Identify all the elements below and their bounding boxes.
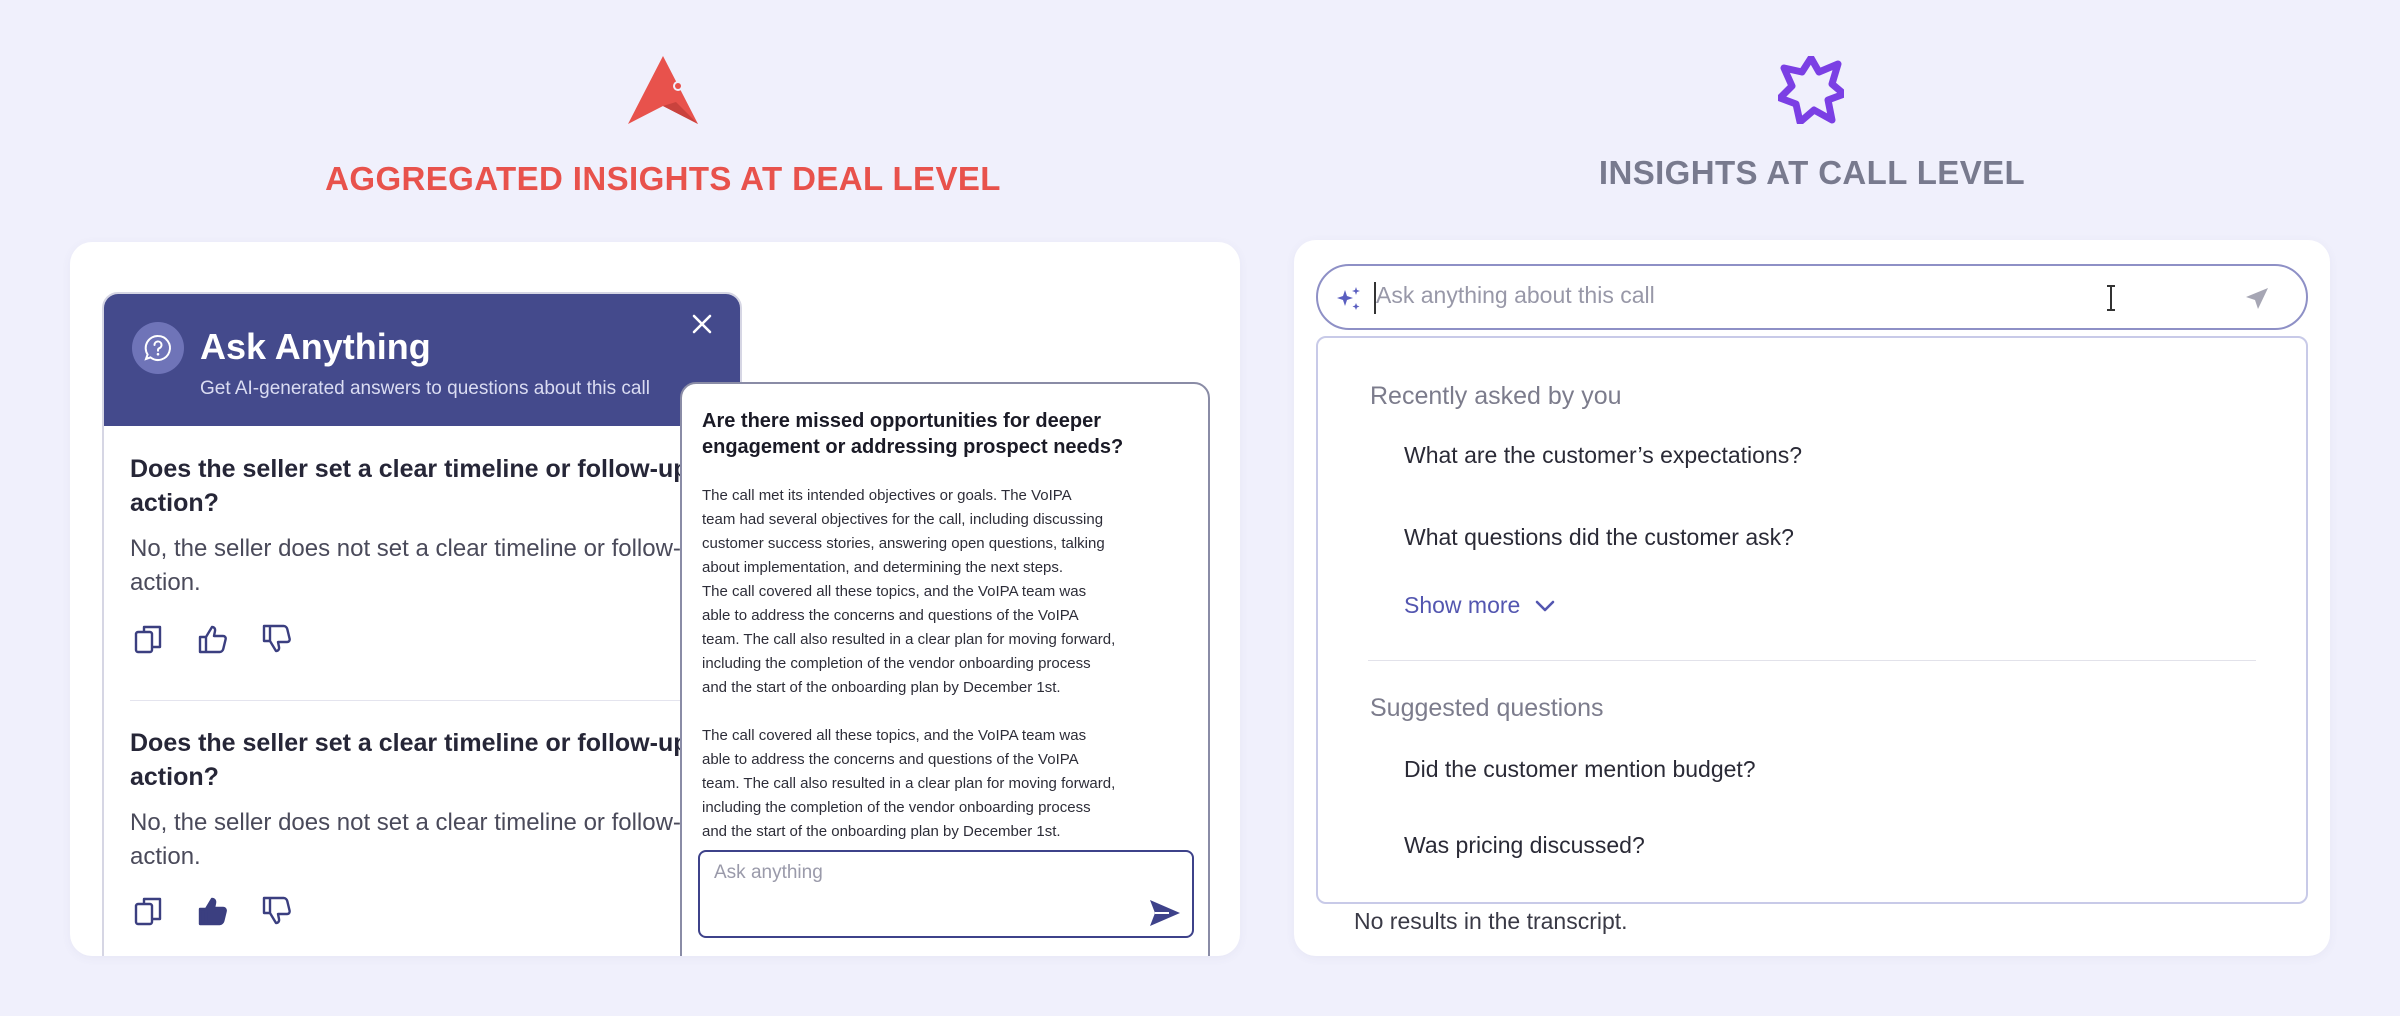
ask-anything-subtitle: Get AI-generated answers to questions ab… bbox=[200, 378, 650, 399]
send-icon[interactable] bbox=[1148, 898, 1182, 928]
ask-anything-header: Ask Anything Get AI-generated answers to… bbox=[104, 294, 740, 426]
call-insights-card: Recently asked by you What are the custo… bbox=[1294, 240, 2330, 956]
send-icon[interactable] bbox=[2244, 286, 2270, 312]
qa-item: Does the seller set a clear timeline or … bbox=[130, 452, 740, 600]
answer-question: Are there missed opportunities for deepe… bbox=[702, 410, 1124, 458]
feedback-row bbox=[132, 622, 294, 656]
right-section-title: INSIGHTS AT CALL LEVEL bbox=[1598, 154, 2026, 191]
ask-anything-input[interactable] bbox=[714, 862, 1134, 884]
no-results-message: No results in the transcript. bbox=[1354, 908, 1628, 934]
call-search-input[interactable] bbox=[1376, 282, 2136, 309]
divider bbox=[130, 700, 730, 701]
divider bbox=[1368, 660, 2256, 661]
qa-question: Does the seller set a clear timeline or … bbox=[130, 729, 689, 791]
show-more-button[interactable]: Show more bbox=[1404, 592, 1556, 619]
ibeam-cursor-icon bbox=[2104, 284, 2118, 312]
suggested-heading: Suggested questions bbox=[1370, 694, 1604, 722]
qa-question: Does the seller set a clear timeline or … bbox=[130, 455, 689, 517]
sparkle-icon bbox=[1334, 284, 1364, 314]
recent-question-item[interactable]: What questions did the customer ask? bbox=[1404, 524, 1794, 551]
ask-anything-panel: Ask Anything Get AI-generated answers to… bbox=[102, 292, 742, 956]
qa-answer: No, the seller does not set a clear time… bbox=[130, 535, 708, 596]
qa-answer: No, the seller does not set a clear time… bbox=[130, 809, 708, 870]
close-icon[interactable] bbox=[686, 308, 718, 340]
thumbs-down-outline-icon[interactable] bbox=[260, 622, 294, 656]
feedback-row bbox=[132, 894, 294, 928]
thumbs-up-outline-icon[interactable] bbox=[196, 622, 230, 656]
burst-sparkle-logo-icon bbox=[1776, 54, 1848, 126]
suggestions-dropdown: Recently asked by you What are the custo… bbox=[1316, 336, 2308, 904]
copy-icon[interactable] bbox=[132, 894, 166, 928]
recent-heading: Recently asked by you bbox=[1370, 382, 1622, 410]
thumbs-up-filled-icon[interactable] bbox=[196, 894, 230, 928]
suggested-question-item[interactable]: Was pricing discussed? bbox=[1404, 832, 1645, 859]
left-section-title: AGGREGATED INSIGHTS AT DEAL LEVEL bbox=[325, 160, 1001, 197]
show-more-label: Show more bbox=[1404, 592, 1521, 618]
answer-detail-panel: Are there missed opportunities for deepe… bbox=[680, 382, 1210, 956]
question-bubble-icon bbox=[132, 322, 184, 374]
copy-icon[interactable] bbox=[132, 622, 166, 656]
chevron-down-icon bbox=[1536, 600, 1555, 611]
ask-anything-input-box[interactable] bbox=[698, 850, 1194, 938]
brand-a-logo-icon bbox=[626, 54, 700, 126]
deal-insights-card: Ask Anything Get AI-generated answers to… bbox=[70, 242, 1240, 956]
suggested-question-item[interactable]: Did the customer mention budget? bbox=[1404, 756, 1756, 783]
recent-question-item[interactable]: What are the customer’s expectations? bbox=[1404, 442, 1802, 469]
thumbs-down-outline-icon[interactable] bbox=[260, 894, 294, 928]
ask-anything-title: Ask Anything bbox=[200, 326, 431, 367]
qa-item: Does the seller set a clear timeline or … bbox=[130, 726, 740, 874]
call-search-bar[interactable] bbox=[1316, 264, 2308, 330]
answer-body: The call met its intended objectives or … bbox=[702, 487, 1116, 840]
